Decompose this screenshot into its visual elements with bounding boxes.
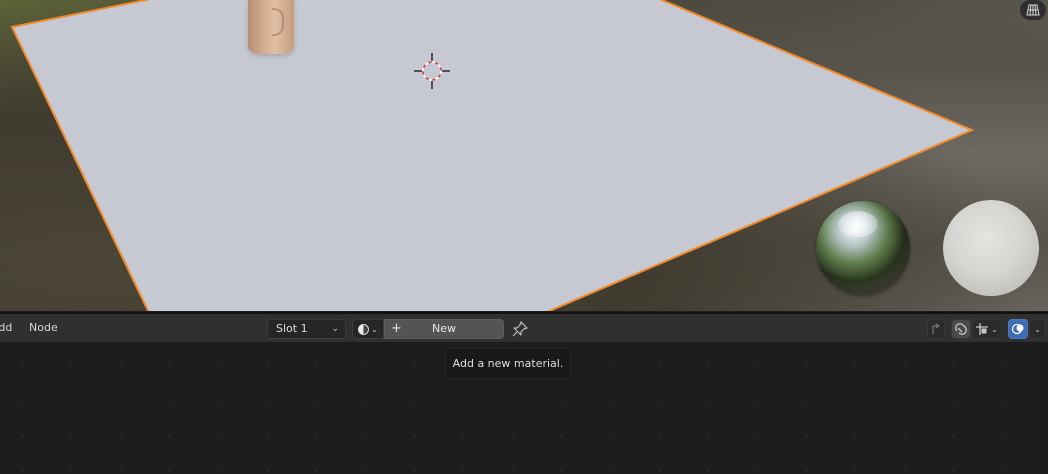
overlay-dropdown[interactable]: ⌄ [1029, 319, 1046, 339]
snap-mode-icon [976, 323, 989, 335]
browse-material-button[interactable]: ⌄ [352, 319, 384, 339]
parent-node-tree-icon [932, 323, 941, 334]
mug-handle [272, 8, 284, 36]
chevron-down-icon: ⌄ [1034, 324, 1041, 334]
menu-node[interactable]: Node [29, 314, 58, 342]
snap-mode-dropdown[interactable]: ⌄ [972, 319, 1002, 339]
pin-icon[interactable] [511, 320, 529, 338]
menu-add[interactable]: Add [0, 314, 12, 342]
grid-toggle-icon[interactable] [1020, 0, 1046, 20]
parent-node-tree-button[interactable] [927, 319, 945, 339]
chevron-down-icon: ⌄ [371, 324, 378, 334]
3d-cursor-icon[interactable] [414, 53, 450, 89]
material-slot-select[interactable]: Slot 1 ⌄ [267, 319, 346, 339]
3d-viewport[interactable] [0, 0, 1048, 311]
new-material-button[interactable]: + New [384, 319, 504, 339]
chevron-down-icon: ⌄ [991, 324, 998, 334]
hdri-preview-sphere [816, 201, 910, 295]
hdri-sky-highlight [838, 211, 878, 237]
chevron-down-icon: ⌄ [331, 324, 339, 334]
diffuse-preview-sphere [943, 200, 1039, 296]
snap-icon [955, 323, 967, 335]
node-editor-header: Add Node Slot 1 ⌄ ⌄ + New ⌄ [0, 312, 1048, 342]
overlay-toggle-button[interactable] [1008, 319, 1028, 339]
tooltip: Add a new material. [445, 348, 571, 379]
mug-object[interactable] [248, 0, 294, 54]
snap-toggle-button[interactable] [951, 319, 971, 339]
new-material-label: New [432, 322, 456, 335]
slot-select-value: Slot 1 [276, 322, 308, 335]
overlay-icon [1011, 323, 1024, 335]
material-browse-icon [358, 323, 370, 335]
